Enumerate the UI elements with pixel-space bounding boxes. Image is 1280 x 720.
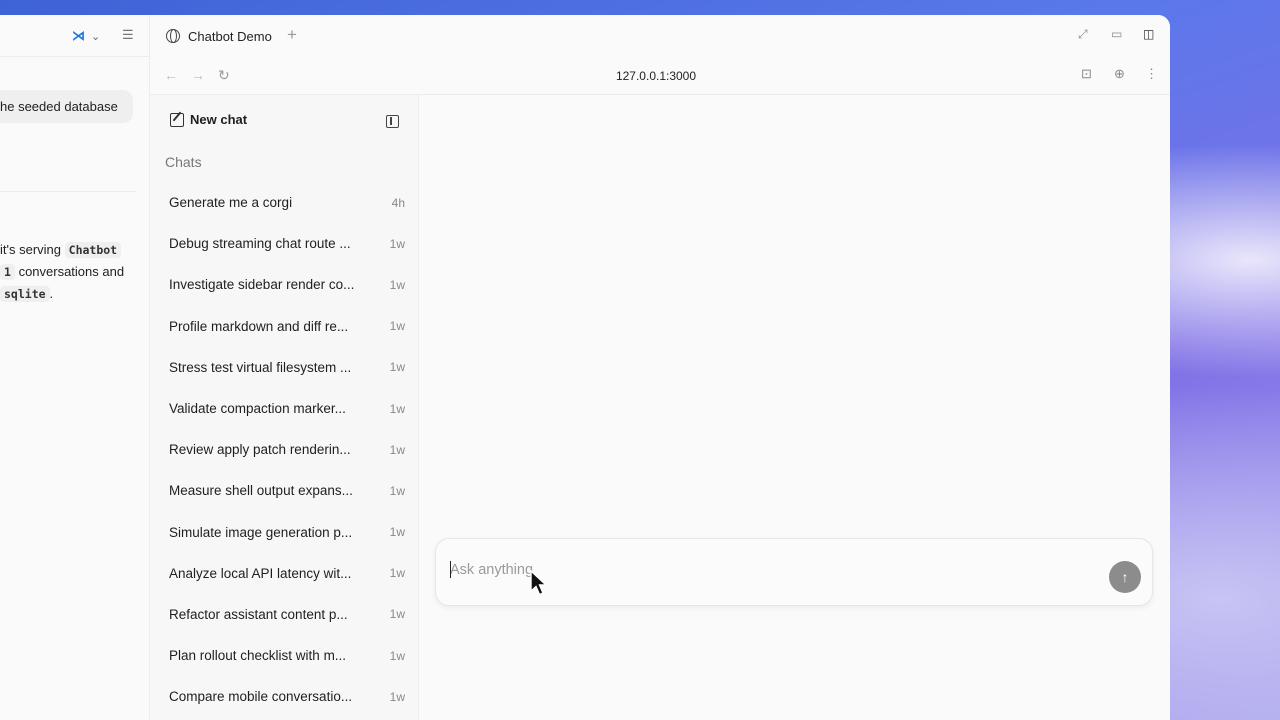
sidebar-collapse-icon[interactable] xyxy=(386,115,399,128)
list-item[interactable]: Compare mobile conversatio... 1w xyxy=(159,676,411,717)
list-item[interactable]: Refactor assistant content p... 1w xyxy=(159,594,411,635)
chat-title: Investigate sidebar render co... xyxy=(169,277,355,293)
chat-title: Refactor assistant content p... xyxy=(169,606,348,622)
vscode-icon: ⋊ xyxy=(72,28,85,43)
chat-age: 1w xyxy=(389,525,405,540)
chat-title: Compare mobile conversatio... xyxy=(169,689,353,705)
list-item[interactable]: Validate compaction marker... 1w xyxy=(159,388,411,429)
chat-age: 1w xyxy=(389,360,405,375)
tab-title: Chatbot Demo xyxy=(188,28,272,44)
chat-main: ↑ xyxy=(419,95,1170,720)
list-item[interactable]: Simulate image generation p... 1w xyxy=(159,512,411,553)
chats-heading: Chats xyxy=(165,154,202,170)
divider xyxy=(0,191,136,192)
chat-title: Generate me a corgi xyxy=(169,195,293,211)
chat-age: 1w xyxy=(389,442,405,457)
chat-title: Analyze local API latency wit... xyxy=(169,565,352,581)
list-item[interactable]: Review apply patch renderin... 1w xyxy=(159,429,411,470)
list-item[interactable]: Stress test virtual filesystem ... 1w xyxy=(159,347,411,388)
add-circle-icon[interactable]: ⊕ xyxy=(1114,66,1125,82)
new-chat-label: New chat xyxy=(190,112,248,127)
list-item[interactable]: Profile markdown and diff re... 1w xyxy=(159,306,411,347)
chat-title: Validate compaction marker... xyxy=(169,401,346,417)
chat-age: 4h xyxy=(391,195,405,210)
split-view-icon[interactable]: ◫ xyxy=(1143,27,1154,41)
new-chat-button[interactable]: New chat xyxy=(170,112,247,127)
chat-age: 1w xyxy=(389,236,405,251)
arrow-up-icon: ↑ xyxy=(1121,569,1129,585)
chat-title: Debug streaming chat route ... xyxy=(169,236,351,252)
inline-code: sqlite xyxy=(0,286,50,302)
tab-chatbot-demo[interactable]: Chatbot Demo xyxy=(158,22,280,50)
tab-bar: Chatbot Demo + ⤢ ▭ ◫ xyxy=(150,15,1170,57)
chat-list: Generate me a corgi 4h Debug streaming ch… xyxy=(159,182,411,717)
inline-code: 1 xyxy=(0,264,15,280)
assistant-reply: it's serving Chatbot 1 conversations and… xyxy=(0,239,140,305)
screenshot-icon[interactable]: ⊡ xyxy=(1081,66,1092,82)
chat-title: Review apply patch renderin... xyxy=(169,442,351,458)
chat-age: 1w xyxy=(389,483,405,498)
mouse-pointer-icon xyxy=(530,570,548,596)
inline-code: Chatbot xyxy=(64,242,122,258)
browser-toolbar: ← → ↻ 127.0.0.1:3000 ⊡ ⊕ ⋮ xyxy=(150,57,1170,95)
pencil-square-icon xyxy=(170,112,184,127)
chat-age: 1w xyxy=(389,319,405,334)
chat-age: 1w xyxy=(389,566,405,581)
reply-line-3: sqlite. xyxy=(0,283,140,305)
chat-title: Stress test virtual filesystem ... xyxy=(169,359,352,375)
editor-selector[interactable]: ⋊ ⌄ xyxy=(64,25,110,47)
chat-age: 1w xyxy=(389,277,405,292)
chat-title: Measure shell output expans... xyxy=(169,483,353,499)
chat-age: 1w xyxy=(389,648,405,663)
list-item[interactable]: Debug streaming chat route ... 1w xyxy=(159,223,411,264)
chat-title: Plan rollout checklist with m... xyxy=(169,648,347,664)
chat-sidebar: New chat Chats Generate me a corgi 4h Deb… xyxy=(150,95,419,720)
list-item[interactable]: Analyze local API latency wit... 1w xyxy=(159,553,411,594)
reply-line-1: it's serving Chatbot xyxy=(0,239,140,261)
ide-toolbar: ⋊ ⌄ ☰ xyxy=(0,15,150,57)
reply-line-2: 1 conversations and xyxy=(0,261,140,283)
list-item[interactable]: Plan rollout checklist with m... 1w xyxy=(159,635,411,676)
new-tab-button[interactable]: + xyxy=(287,25,297,45)
chevron-down-icon: ⌄ xyxy=(91,30,101,43)
globe-icon xyxy=(166,29,180,43)
text-caret xyxy=(450,561,451,578)
ide-chat-panel: ⋊ ⌄ ☰ he seeded database it's serving Ch… xyxy=(0,15,150,720)
reply-text: it's serving xyxy=(0,242,62,257)
chat-title: Profile markdown and diff re... xyxy=(169,318,349,334)
chat-age: 1w xyxy=(389,689,405,704)
address-bar[interactable]: 127.0.0.1:3000 xyxy=(150,69,1162,83)
expand-icon[interactable]: ⤢ xyxy=(1078,27,1088,42)
chat-title: Simulate image generation p... xyxy=(169,524,353,540)
browser-pane: Chatbot Demo + ⤢ ▭ ◫ ← → ↻ 127.0.0.1:300… xyxy=(150,15,1170,720)
list-item[interactable]: Measure shell output expans... 1w xyxy=(159,470,411,511)
list-item[interactable]: Investigate sidebar render co... 1w xyxy=(159,264,411,305)
send-button[interactable]: ↑ xyxy=(1109,561,1141,593)
reply-text: . xyxy=(49,286,54,301)
chat-age: 1w xyxy=(389,607,405,622)
app-window: ⋊ ⌄ ☰ he seeded database it's serving Ch… xyxy=(0,15,1170,720)
more-icon[interactable]: ⋮ xyxy=(1145,66,1158,82)
panel-bottom-icon[interactable]: ▭ xyxy=(1111,27,1122,41)
reply-text: conversations and xyxy=(18,264,125,279)
chat-age: 1w xyxy=(389,401,405,416)
list-icon[interactable]: ☰ xyxy=(122,27,134,43)
list-item[interactable]: Generate me a corgi 4h xyxy=(159,182,411,223)
user-message-bubble: he seeded database xyxy=(0,90,133,123)
